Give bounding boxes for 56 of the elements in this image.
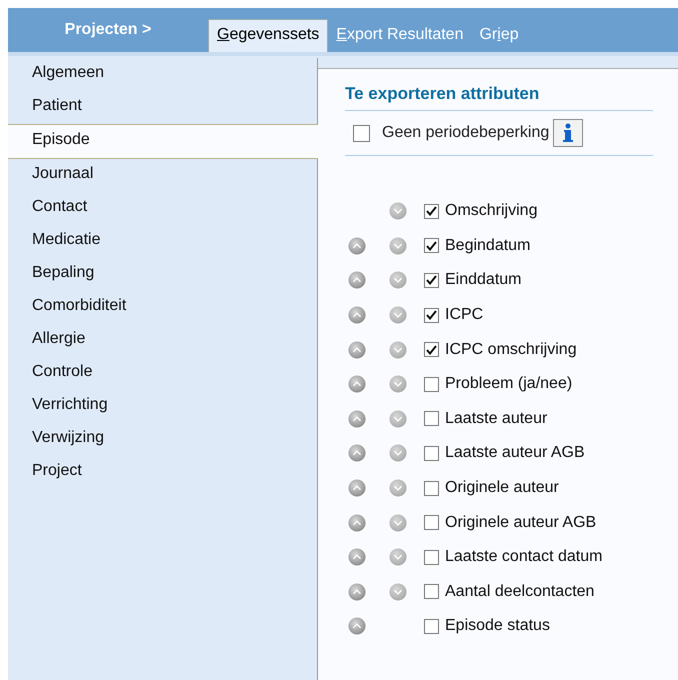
move-down-icon[interactable] xyxy=(389,271,407,290)
checkbox-label: Geen periodebeperking xyxy=(382,124,550,142)
attribute-label: Omschrijving xyxy=(445,202,538,220)
move-up-icon[interactable] xyxy=(348,582,366,601)
move-down-icon[interactable] xyxy=(389,236,407,255)
move-down-icon[interactable] xyxy=(389,479,407,498)
attribute-label: Originele auteur AGB xyxy=(445,514,596,532)
checkbox[interactable] xyxy=(424,584,439,600)
info-icon[interactable] xyxy=(553,119,584,147)
checkbox[interactable] xyxy=(424,238,439,254)
move-down-icon[interactable] xyxy=(389,514,407,532)
move-up-icon[interactable] xyxy=(348,236,366,255)
attribute-label: Originele auteur xyxy=(445,479,559,498)
checkbox[interactable] xyxy=(424,446,439,461)
checkbox[interactable] xyxy=(424,515,439,530)
checkbox[interactable] xyxy=(353,124,370,142)
move-down-icon[interactable] xyxy=(389,548,407,566)
move-down-icon[interactable] xyxy=(389,444,407,462)
move-down-icon[interactable] xyxy=(389,410,407,428)
move-down-icon[interactable] xyxy=(389,202,407,220)
move-up-icon[interactable] xyxy=(348,340,366,359)
checkbox[interactable] xyxy=(424,550,439,565)
attribute-label: ICPC xyxy=(445,306,484,324)
checkbox[interactable] xyxy=(424,618,439,634)
move-up-icon[interactable] xyxy=(348,410,366,428)
sidebar-item[interactable]: Episode xyxy=(8,124,318,159)
attribute-label: Aantal deelcontacten xyxy=(445,582,594,601)
move-up-icon[interactable] xyxy=(348,479,366,498)
attribute-label: Laatste auteur xyxy=(445,410,548,428)
checkbox[interactable] xyxy=(424,272,439,288)
move-up-icon[interactable] xyxy=(348,271,366,290)
move-down-icon[interactable] xyxy=(389,375,407,394)
move-up-icon[interactable] xyxy=(348,617,366,636)
attribute-label: Laatste auteur AGB xyxy=(445,444,585,462)
move-up-icon[interactable] xyxy=(348,306,366,324)
attribute-label: Probleem (ja/nee) xyxy=(445,375,572,394)
checkbox[interactable] xyxy=(424,308,439,323)
attribute-label: Episode status xyxy=(445,617,550,636)
move-up-icon[interactable] xyxy=(348,548,366,566)
checkbox[interactable] xyxy=(424,376,439,392)
attribute-label: Einddatum xyxy=(445,271,522,290)
move-up-icon[interactable] xyxy=(348,375,366,394)
checkbox[interactable] xyxy=(424,342,439,358)
attribute-label: Laatste contact datum xyxy=(445,548,602,566)
section-title: Te exporteren attributen xyxy=(345,81,653,111)
checkbox[interactable] xyxy=(424,204,439,219)
move-up-icon[interactable] xyxy=(348,444,366,462)
checkbox[interactable] xyxy=(424,411,439,426)
move-down-icon[interactable] xyxy=(389,582,407,601)
attribute-label: Begindatum xyxy=(445,236,530,255)
move-down-icon[interactable] xyxy=(389,340,407,359)
move-down-icon[interactable] xyxy=(389,306,407,324)
attribute-label: ICPC omschrijving xyxy=(445,340,577,359)
tab[interactable]: Gegevenssets xyxy=(208,19,328,52)
move-up-icon[interactable] xyxy=(348,514,366,532)
checkbox[interactable] xyxy=(424,480,439,496)
